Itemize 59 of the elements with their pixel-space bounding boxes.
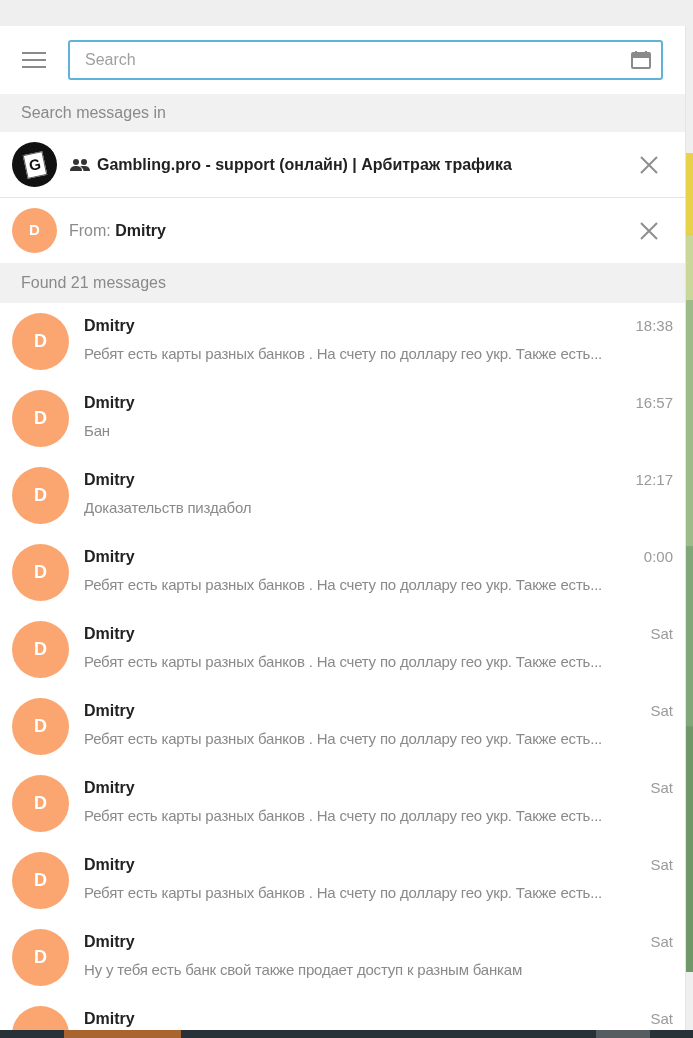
message-result[interactable]: D Dmitry Sat Ребят есть карты разных банков . На счету по доллару гео укр. Также есть... (0, 842, 685, 919)
close-icon (640, 221, 658, 240)
sender-name: Dmitry (84, 470, 135, 490)
message-preview: Ребят есть карты разных банков . На счету по доллару гео укр. Также есть... (84, 344, 604, 364)
group-icon (70, 158, 90, 171)
message-time: Sat (650, 777, 673, 798)
message-time: Sat (650, 1008, 673, 1029)
chat-logo: G (12, 142, 57, 187)
results-count: Found 21 messages (21, 273, 166, 293)
search-field[interactable]: Search (68, 40, 663, 80)
message-preview: Доказательств пиздабол (84, 498, 253, 518)
message-result[interactable]: D Dmitry 18:38 Ребят есть карты разных банков . На счету по доллару гео укр. Также есть... (0, 303, 685, 380)
sender-name: Dmitry (84, 393, 135, 413)
sender-name: Dmitry (84, 547, 135, 567)
message-preview: Ребят есть карты разных банков . На счету по доллару гео укр. Также есть... (84, 729, 604, 749)
close-icon (640, 155, 658, 174)
avatar: D (12, 544, 69, 601)
avatar: D (12, 467, 69, 524)
sender-name: Dmitry (84, 701, 135, 721)
message-time: 0:00 (643, 546, 673, 567)
message-preview: Ребят есть карты разных банков . На счету по доллару гео укр. Также есть... (84, 652, 604, 672)
calendar-icon[interactable] (631, 51, 651, 69)
avatar: D (12, 313, 69, 370)
section-header: Search messages in (21, 103, 166, 123)
message-time: Sat (650, 700, 673, 721)
sender-name: Dmitry (84, 778, 135, 798)
message-preview: Ну у тебя есть банк свой также продает доступ к разным банкам (84, 960, 523, 980)
message-result[interactable]: D Dmitry 12:17 Доказательств пиздабол (0, 457, 685, 534)
message-preview: Ребят есть карты разных банков . На счету по доллару гео укр. Также есть... (84, 575, 604, 595)
menu-icon[interactable] (22, 52, 46, 68)
message-result[interactable]: D Dmitry Sat Ребят есть карты разных банков . На счету по доллару гео укр. Также есть... (0, 765, 685, 842)
message-result[interactable]: D Dmitry Sat Ребят есть карты разных банков . На счету по доллару гео укр. Также есть... (0, 688, 685, 765)
message-time: Sat (650, 623, 673, 644)
message-result[interactable]: D Dmitry 16:57 Бан (0, 380, 685, 457)
sender-name: Dmitry (84, 932, 135, 952)
avatar: D (12, 929, 69, 986)
message-time: Sat (650, 931, 673, 952)
message-preview: Ребят есть карты разных банков . На счету по доллару гео укр. Также есть... (84, 883, 604, 903)
message-preview: Бан (84, 421, 111, 441)
sender-name: Dmitry (84, 316, 135, 336)
sender-name: Dmitry (84, 624, 135, 644)
message-preview: Ребят есть карты разных банков . На счету по доллару гео укр. Также есть... (84, 806, 604, 826)
message-result[interactable]: D Dmitry Sat Ребят есть карты разных банков . На счету по доллару гео укр. Также есть... (0, 611, 685, 688)
sender-name: Dmitry (84, 1009, 135, 1029)
from-filter: From: Dmitry (69, 220, 167, 241)
sender-name: Dmitry (84, 855, 135, 875)
avatar: D (12, 698, 69, 755)
avatar: D (12, 208, 57, 253)
message-time: Sat (650, 854, 673, 875)
message-result[interactable]: D Dmitry 0:00 Ребят есть карты разных банков . На счету по доллару гео укр. Также есть... (0, 534, 685, 611)
message-time: 16:57 (635, 392, 673, 413)
message-result[interactable]: D Dmitry Sat Ну у тебя есть банк свой также продает доступ к разным банкам (0, 919, 685, 996)
message-time: 18:38 (635, 315, 673, 336)
avatar: D (12, 852, 69, 909)
avatar: D (12, 390, 69, 447)
avatar: D (12, 621, 69, 678)
avatar: D (12, 775, 69, 832)
message-time: 12:17 (635, 469, 673, 490)
chat-name: Gambling.pro - support (онлайн) | Арбитраж трафика (97, 154, 513, 175)
